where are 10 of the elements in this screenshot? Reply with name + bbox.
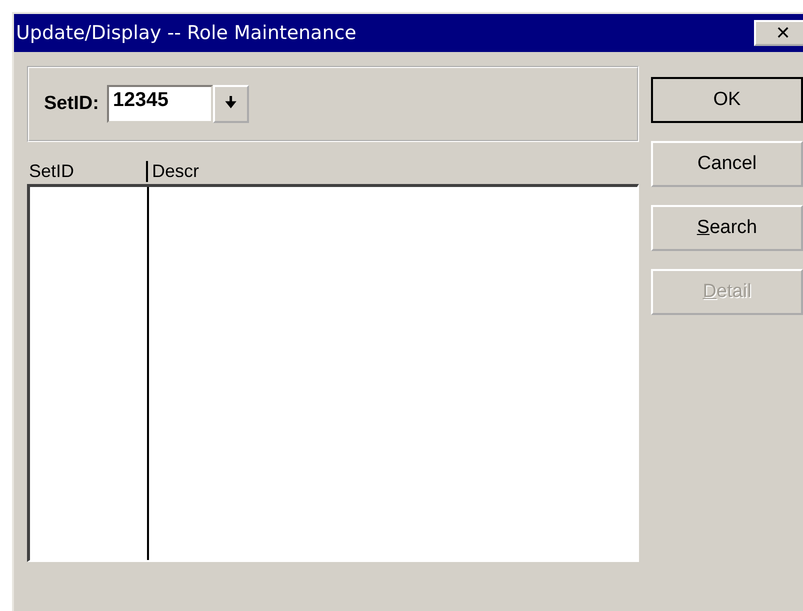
close-button[interactable]: ✕ bbox=[754, 20, 803, 46]
field-label: SetID: bbox=[44, 93, 99, 115]
column-header[interactable]: Descr bbox=[150, 161, 200, 182]
dialog-button[interactable]: Cancel bbox=[651, 141, 803, 187]
setid-field[interactable]: 12345 bbox=[106, 85, 213, 123]
window-title: Update/Display -- Role Maintenance bbox=[16, 22, 356, 44]
dropdown-button[interactable]: 🠋 bbox=[212, 85, 249, 123]
dialog-button[interactable]: OK bbox=[651, 77, 803, 123]
dialog-button[interactable]: Search bbox=[651, 205, 803, 251]
column-header[interactable]: SetID bbox=[27, 161, 148, 182]
